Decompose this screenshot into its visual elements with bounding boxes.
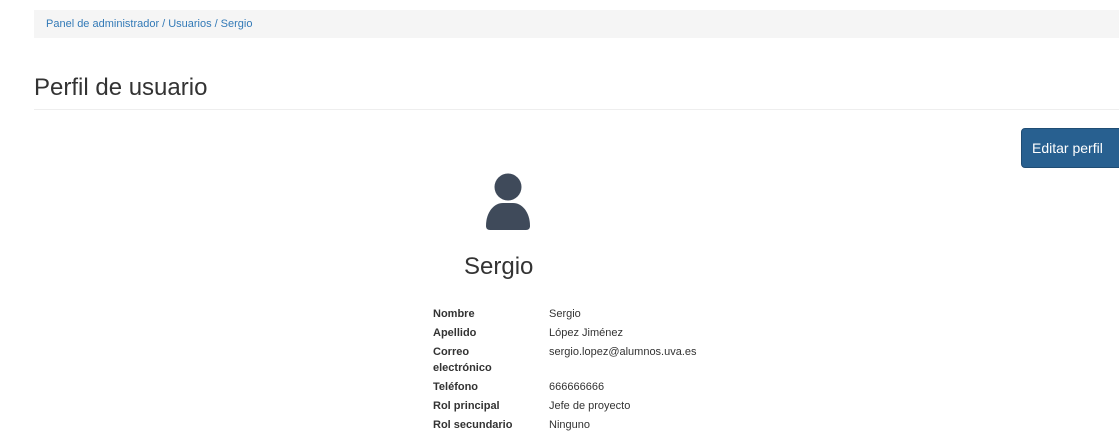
detail-label: Rol secundario	[433, 419, 513, 431]
detail-value: Ninguno	[549, 419, 590, 431]
profile-details-table: Nombre Sergio Apellido López Jiménez Cor…	[433, 306, 697, 436]
detail-row-rol-principal: Rol principal Jefe de proyecto	[433, 398, 697, 417]
detail-row-correo: Correo electrónico sergio.lopez@alumnos.…	[433, 344, 697, 379]
breadcrumb-separator: /	[214, 18, 218, 30]
page: Panel de administrador / Usuarios / Sergio P…	[0, 0, 1119, 446]
edit-profile-button[interactable]: Editar perfil	[1021, 128, 1119, 168]
profile-name: Sergio	[464, 253, 534, 280]
breadcrumb-item-current-user[interactable]: Sergio	[221, 18, 253, 30]
breadcrumb: Panel de administrador / Usuarios / Sergio	[34, 10, 1119, 38]
detail-value: sergio.lopez@alumnos.uva.es	[549, 346, 697, 358]
detail-row-apellido: Apellido López Jiménez	[433, 325, 697, 344]
detail-row-rol-secundario: Rol secundario Ninguno	[433, 417, 697, 436]
user-icon	[484, 172, 532, 230]
detail-label-text: Correo electrónico	[433, 346, 492, 374]
detail-value: López Jiménez	[549, 327, 623, 339]
detail-value: Jefe de proyecto	[549, 400, 631, 412]
breadcrumb-item-users[interactable]: Usuarios	[168, 18, 211, 30]
detail-label: Nombre	[433, 308, 475, 320]
detail-value: 666666666	[549, 381, 605, 393]
detail-label: Teléfono	[433, 381, 479, 393]
title-divider	[34, 109, 1119, 110]
detail-row-telefono: Teléfono 666666666	[433, 379, 697, 398]
detail-row-nombre: Nombre Sergio	[433, 306, 697, 325]
detail-value: Sergio	[549, 308, 581, 320]
detail-label: Apellido	[433, 327, 477, 339]
breadcrumb-separator: /	[162, 18, 166, 30]
breadcrumb-item-admin-panel[interactable]: Panel de administrador	[46, 18, 159, 30]
page-title: Perfil de usuario	[34, 74, 208, 101]
detail-label: Rol principal	[433, 400, 500, 412]
detail-label: Correo electrónico	[433, 344, 549, 379]
